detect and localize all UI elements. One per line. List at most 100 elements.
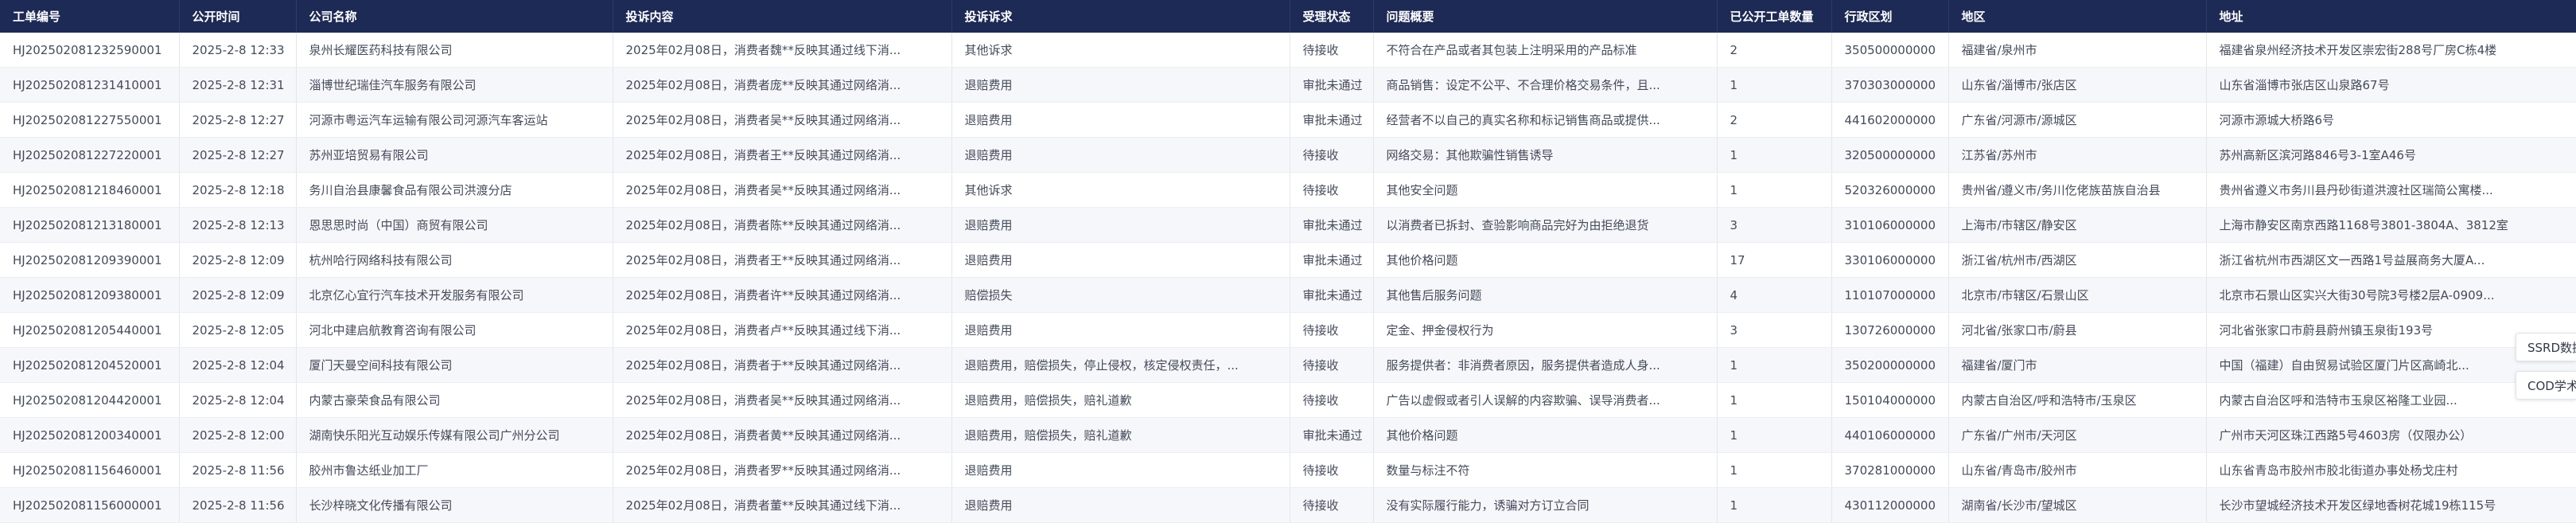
- cell-status: 待接收: [1290, 452, 1374, 488]
- cell-complaint-content: 2025年02月08日，消费者庞**反映其通过网络消...: [613, 67, 952, 103]
- column-header-order-id[interactable]: 工单编号: [0, 0, 180, 33]
- cell-issue-summary: 广告以虚假或者引人误解的内容欺骗、误导消费者...: [1373, 382, 1718, 418]
- cell-public-count: 1: [1717, 487, 1832, 523]
- cell-public-count: 2: [1717, 102, 1832, 138]
- cell-publish-time: 2025-2-8 12:31: [179, 67, 297, 103]
- cell-complaint-demand: 退赔费用，赔偿损失，赔礼道歉: [951, 417, 1290, 453]
- cell-complaint-demand: 退赔费用: [951, 102, 1290, 138]
- cell-region-code: 350200000000: [1831, 347, 1949, 383]
- cell-complaint-content: 2025年02月08日，消费者于**反映其通过网络消...: [613, 347, 952, 383]
- column-header-issue-summary[interactable]: 问题概要: [1373, 0, 1718, 33]
- cell-region: 山东省/青岛市/胶州市: [1948, 452, 2207, 488]
- cell-company-name: 厦门天曼空间科技有限公司: [296, 347, 613, 383]
- cell-region: 内蒙古自治区/呼和浩特市/玉泉区: [1948, 382, 2207, 418]
- cell-publish-time: 2025-2-8 12:04: [179, 347, 297, 383]
- cell-publish-time: 2025-2-8 11:56: [179, 452, 297, 488]
- cell-issue-summary: 数量与标注不符: [1373, 452, 1718, 488]
- table-row[interactable]: HJ202502081204420001 2025-2-8 12:04 内蒙古豪荣食…: [0, 382, 2576, 418]
- cell-public-count: 3: [1717, 312, 1832, 348]
- cell-order-id: HJ202502081209390001: [0, 242, 180, 278]
- cell-company-name: 淄博世纪瑞佳汽车服务有限公司: [296, 67, 613, 103]
- floating-tab-cod[interactable]: COD学术: [2516, 371, 2576, 400]
- cell-address: 浙江省杭州市西湖区文一西路1号益展商务大厦A...: [2206, 242, 2576, 278]
- cell-public-count: 1: [1717, 347, 1832, 383]
- cell-address: 上海市静安区南京西路1168号3801-3804A、3812室: [2206, 207, 2576, 243]
- cell-issue-summary: 其他价格问题: [1373, 417, 1718, 453]
- cell-complaint-demand: 退赔费用: [951, 207, 1290, 243]
- cell-region-code: 330106000000: [1831, 242, 1949, 278]
- cell-status: 待接收: [1290, 382, 1374, 418]
- table-row[interactable]: HJ202502081227220001 2025-2-8 12:27 苏州亚培贸易…: [0, 137, 2576, 173]
- cell-company-name: 杭州哈行网络科技有限公司: [296, 242, 613, 278]
- column-header-publish-time[interactable]: 公开时间: [179, 0, 297, 33]
- cell-publish-time: 2025-2-8 12:27: [179, 102, 297, 138]
- cell-company-name: 苏州亚培贸易有限公司: [296, 137, 613, 173]
- cell-public-count: 1: [1717, 67, 1832, 103]
- cell-publish-time: 2025-2-8 12:18: [179, 172, 297, 208]
- column-header-address[interactable]: 地址: [2206, 0, 2576, 33]
- cell-publish-time: 2025-2-8 12:33: [179, 33, 297, 68]
- cell-status: 审批未通过: [1290, 417, 1374, 453]
- cell-status: 待接收: [1290, 172, 1374, 208]
- cell-company-name: 恩思思时尚（中国）商贸有限公司: [296, 207, 613, 243]
- column-header-company-name[interactable]: 公司名称: [296, 0, 613, 33]
- cell-status: 审批未通过: [1290, 67, 1374, 103]
- table-row[interactable]: HJ202502081200340001 2025-2-8 12:00 湖南快乐阳光…: [0, 417, 2576, 453]
- table-row[interactable]: HJ202502081209390001 2025-2-8 12:09 杭州哈行网络…: [0, 242, 2576, 278]
- column-header-region-code[interactable]: 行政区划: [1831, 0, 1949, 33]
- cell-status: 待接收: [1290, 487, 1374, 523]
- cell-publish-time: 2025-2-8 12:00: [179, 417, 297, 453]
- table-row[interactable]: HJ20250208123259000​1 2025-2-8 12:33 泉州长耀医…: [0, 33, 2576, 68]
- cell-complaint-content: 2025年02月08日，消费者王**反映其通过网络消...: [613, 137, 952, 173]
- cell-complaint-demand: 赔偿损失: [951, 277, 1290, 313]
- cell-order-id: HJ202502081231410001: [0, 67, 180, 103]
- cell-public-count: 3: [1717, 207, 1832, 243]
- cell-publish-time: 2025-2-8 12:13: [179, 207, 297, 243]
- table-row[interactable]: HJ202502081213180001 2025-2-8 12:13 恩思思时尚（…: [0, 207, 2576, 243]
- cell-region: 福建省/厦门市: [1948, 347, 2207, 383]
- table-row[interactable]: HJ202502081204520001 2025-2-8 12:04 厦门天曼空间…: [0, 347, 2576, 383]
- cell-publish-time: 2025-2-8 12:04: [179, 382, 297, 418]
- column-header-region[interactable]: 地区: [1948, 0, 2207, 33]
- column-header-status[interactable]: 受理状态: [1290, 0, 1374, 33]
- cell-company-name: 北京亿心宜行汽车技术开发服务有限公司: [296, 277, 613, 313]
- cell-complaint-demand: 退赔费用: [951, 452, 1290, 488]
- table-row[interactable]: HJ202502081156000001 2025-2-8 11:56 长沙梓晓文化…: [0, 487, 2576, 523]
- cell-publish-time: 2025-2-8 12:27: [179, 137, 297, 173]
- cell-address: 广州市天河区珠江西路5号4603房（仅限办公）: [2206, 417, 2576, 453]
- cell-issue-summary: 其他价格问题: [1373, 242, 1718, 278]
- cell-issue-summary: 经营者不以自己的真实名称和标记销售商品或提供...: [1373, 102, 1718, 138]
- cell-address: 贵州省遵义市务川县丹砂街道洪渡社区瑞简公寓楼...: [2206, 172, 2576, 208]
- cell-address: 山东省青岛市胶州市胶北街道办事处杨戈庄村: [2206, 452, 2576, 488]
- cell-complaint-content: 2025年02月08日，消费者董**反映其通过线下消...: [613, 487, 952, 523]
- cell-issue-summary: 以消费者已拆封、查验影响商品完好为由拒绝退货: [1373, 207, 1718, 243]
- cell-complaint-content: 2025年02月08日，消费者罗**反映其通过网络消...: [613, 452, 952, 488]
- table-row[interactable]: HJ202502081156460001 2025-2-8 11:56 胶州市鲁达纸…: [0, 452, 2576, 488]
- cell-status: 待接收: [1290, 347, 1374, 383]
- cell-public-count: 1: [1717, 382, 1832, 418]
- cell-region: 广东省/河源市/源城区: [1948, 102, 2207, 138]
- cell-region: 河北省/张家口市/蔚县: [1948, 312, 2207, 348]
- cell-complaint-demand: 退赔费用: [951, 242, 1290, 278]
- cell-issue-summary: 没有实际履行能力，诱骗对方订立合同: [1373, 487, 1718, 523]
- cell-company-name: 河源市粤运汽车运输有限公司河源汽车客运站: [296, 102, 613, 138]
- table-row[interactable]: HJ202502081218460001 2025-2-8 12:18 务川自治县康…: [0, 172, 2576, 208]
- column-header-complaint-content[interactable]: 投诉内容: [613, 0, 952, 33]
- table-row[interactable]: HJ202502081231410001 2025-2-8 12:31 淄博世纪瑞佳…: [0, 67, 2576, 103]
- cell-address: 长沙市望城经济技术开发区绿地香树花城19栋115号: [2206, 487, 2576, 523]
- cell-order-id: HJ202502081227220001: [0, 137, 180, 173]
- cell-publish-time: 2025-2-8 12:05: [179, 312, 297, 348]
- column-header-public-count[interactable]: 已公开工单数量: [1717, 0, 1832, 33]
- cell-publish-time: 2025-2-8 12:09: [179, 277, 297, 313]
- cell-issue-summary: 定金、押金侵权行为: [1373, 312, 1718, 348]
- cell-complaint-content: 2025年02月08日，消费者黄**反映其通过网络消...: [613, 417, 952, 453]
- table-row[interactable]: HJ202502081227550001 2025-2-8 12:27 河源市粤运汽…: [0, 102, 2576, 138]
- cell-region-code: 320500000000: [1831, 137, 1949, 173]
- cell-region-code: 440106000000: [1831, 417, 1949, 453]
- floating-tab-ssrd[interactable]: SSRD数据: [2516, 333, 2576, 361]
- table-row[interactable]: HJ202502081205440001 2025-2-8 12:05 河北中建启航…: [0, 312, 2576, 348]
- cell-status: 待接收: [1290, 312, 1374, 348]
- column-header-complaint-demand[interactable]: 投诉诉求: [951, 0, 1290, 33]
- cell-complaint-demand: 退赔费用: [951, 312, 1290, 348]
- table-row[interactable]: HJ202502081209380001 2025-2-8 12:09 北京亿心宜行…: [0, 277, 2576, 313]
